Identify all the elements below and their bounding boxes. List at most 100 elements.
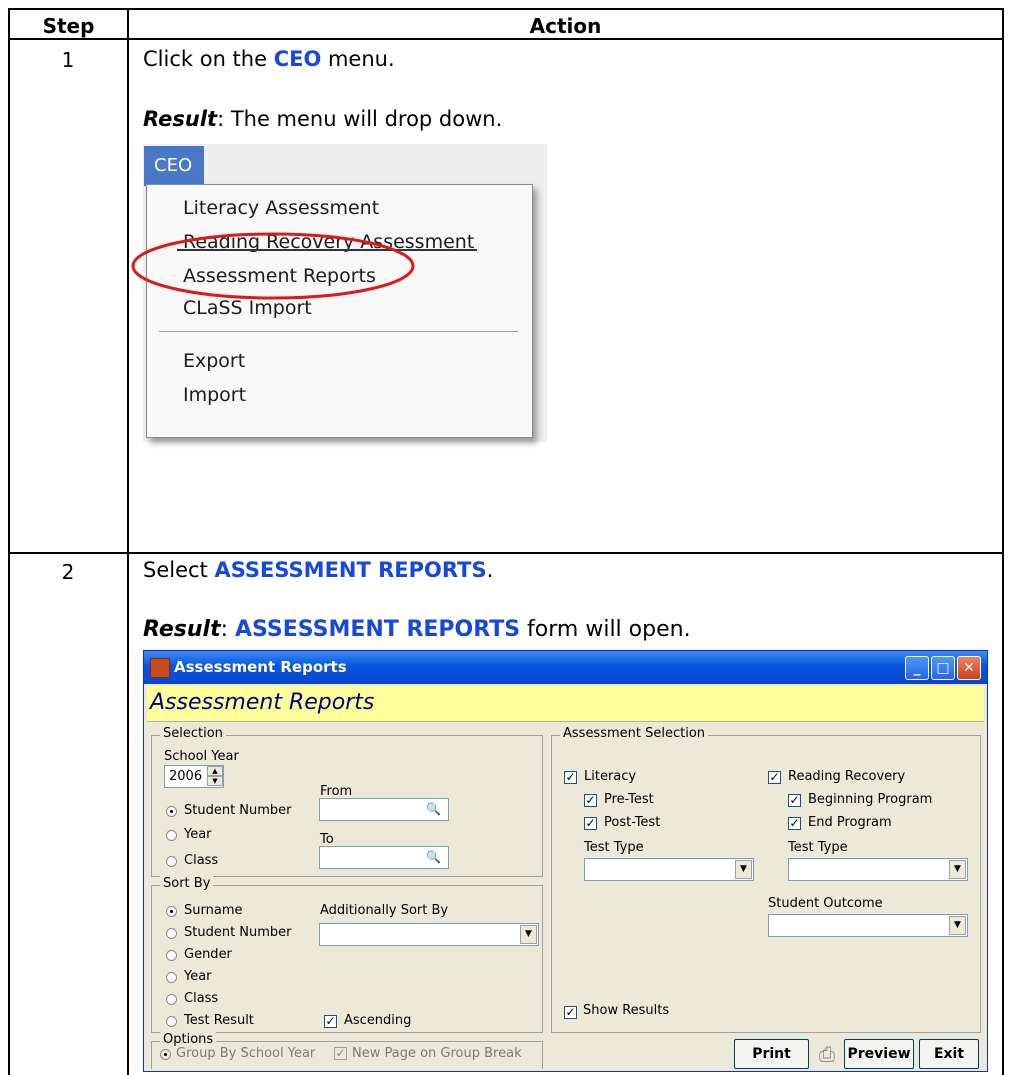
test-type-select-reading[interactable]: ▼ xyxy=(788,858,968,881)
ascending-label: Ascending xyxy=(344,1013,412,1028)
test-type-label: Test Type xyxy=(788,840,848,855)
instruction-text: Click on the CEO menu. xyxy=(143,47,395,71)
maximize-icon[interactable]: □ xyxy=(931,656,955,680)
table-right-border xyxy=(1002,8,1004,1075)
chevron-down-icon[interactable]: ▼ xyxy=(520,925,537,944)
menu-item-export[interactable]: Export xyxy=(183,350,245,372)
dialog-titlebar[interactable]: Assessment Reports _ □ ✕ xyxy=(144,651,987,684)
radio-label: Surname xyxy=(184,903,243,918)
end-program-checkbox[interactable]: ✓ xyxy=(788,817,801,830)
show-results-checkbox[interactable]: ✓ xyxy=(564,1006,577,1019)
radio-group-school-year[interactable] xyxy=(160,1049,171,1060)
selection-legend: Selection xyxy=(160,726,226,741)
school-year-spinner[interactable]: 2006 ▲ ▼ xyxy=(164,765,224,788)
school-year-value: 2006 xyxy=(169,769,203,784)
student-outcome-select[interactable]: ▼ xyxy=(768,914,968,937)
close-icon[interactable]: ✕ xyxy=(957,656,981,680)
menu-screenshot: CEO Literacy Assessment Reading Recovery… xyxy=(131,144,547,442)
result-text: Result: The menu will drop down. xyxy=(143,107,503,131)
show-results-label: Show Results xyxy=(583,1003,670,1018)
printer-icon[interactable]: ⎙ xyxy=(812,1039,842,1069)
radio-class-sort[interactable] xyxy=(166,994,177,1005)
ceo-menu-tab[interactable]: CEO xyxy=(144,146,204,186)
post-test-checkbox[interactable]: ✓ xyxy=(584,817,597,830)
binoculars-icon[interactable]: 🔍 xyxy=(426,803,442,815)
menu-separator xyxy=(159,331,518,332)
preview-button[interactable]: Preview xyxy=(844,1039,914,1069)
row-divider xyxy=(8,552,1004,554)
literacy-label: Literacy xyxy=(584,769,637,784)
school-year-label: School Year xyxy=(164,749,239,764)
table-top-border xyxy=(8,8,1004,10)
options-legend: Options xyxy=(160,1032,217,1047)
radio-gender[interactable] xyxy=(166,950,177,961)
new-page-label: New Page on Group Break xyxy=(352,1046,522,1061)
exit-button[interactable]: Exit xyxy=(919,1039,979,1069)
pre-test-checkbox[interactable]: ✓ xyxy=(584,794,597,807)
to-field[interactable]: 🔍 xyxy=(319,846,449,869)
ascending-checkbox[interactable]: ✓ xyxy=(324,1015,337,1028)
pre-test-label: Pre-Test xyxy=(604,792,654,807)
from-label: From xyxy=(320,784,353,799)
radio-year[interactable] xyxy=(166,830,177,841)
sort-by-group: Sort By Surname Student Number Gender Ye… xyxy=(151,876,543,1033)
additionally-sort-label: Additionally Sort By xyxy=(320,903,449,918)
radio-year-sort[interactable] xyxy=(166,972,177,983)
selection-group: Selection School Year 2006 ▲ ▼ Student N… xyxy=(151,726,543,877)
assessment-legend: Assessment Selection xyxy=(560,726,709,741)
result-text: Result: ASSESSMENT REPORTS form will ope… xyxy=(143,617,691,642)
end-program-label: End Program xyxy=(808,815,892,830)
menu-item-import[interactable]: Import xyxy=(183,384,246,406)
radio-label: Year xyxy=(184,827,212,842)
assessment-selection-group: Assessment Selection ✓ Literacy ✓ Pre-Te… xyxy=(551,726,981,1033)
radio-student-number[interactable] xyxy=(166,806,177,817)
additionally-sort-select[interactable]: ▼ xyxy=(319,923,539,946)
radio-student-number-sort[interactable] xyxy=(166,928,177,939)
radio-label: Year xyxy=(184,969,212,984)
instruction-text: Select ASSESSMENT REPORTS. xyxy=(143,558,494,582)
binoculars-icon[interactable]: 🔍 xyxy=(426,851,442,863)
beginning-program-label: Beginning Program xyxy=(808,792,933,807)
to-label: To xyxy=(320,832,334,847)
sort-by-legend: Sort By xyxy=(160,876,214,891)
menu-item-literacy-assessment[interactable]: Literacy Assessment xyxy=(183,197,379,219)
form-banner: Assessment Reports xyxy=(147,686,984,722)
post-test-label: Post-Test xyxy=(604,815,661,830)
literacy-checkbox[interactable]: ✓ xyxy=(564,771,577,784)
reading-recovery-label: Reading Recovery xyxy=(788,769,906,784)
assessment-reports-dialog: Assessment Reports _ □ ✕ Assessment Repo… xyxy=(143,650,988,1072)
chevron-down-icon[interactable]: ▼ xyxy=(949,916,966,935)
minimize-icon[interactable]: _ xyxy=(905,656,929,680)
header-action: Action xyxy=(529,14,602,38)
radio-label: Student Number xyxy=(184,803,292,818)
banner-title: Assessment Reports xyxy=(150,690,375,715)
step-number: 1 xyxy=(61,48,75,72)
table-left-border xyxy=(8,8,10,1075)
header-step: Step xyxy=(42,14,95,38)
new-page-checkbox[interactable]: ✓ xyxy=(334,1047,347,1060)
radio-class[interactable] xyxy=(166,856,177,867)
spin-up-icon[interactable]: ▲ xyxy=(207,766,223,776)
column-divider xyxy=(127,8,129,1075)
test-type-select-literacy[interactable]: ▼ xyxy=(584,858,754,881)
chevron-down-icon[interactable]: ▼ xyxy=(949,860,966,879)
test-type-label: Test Type xyxy=(584,840,644,855)
student-outcome-label: Student Outcome xyxy=(768,896,883,911)
reading-recovery-checkbox[interactable]: ✓ xyxy=(768,771,781,784)
beginning-program-checkbox[interactable]: ✓ xyxy=(788,794,801,807)
app-icon xyxy=(150,658,170,678)
header-divider xyxy=(8,38,1004,40)
spin-down-icon[interactable]: ▼ xyxy=(207,776,223,786)
radio-label: Class xyxy=(184,991,219,1006)
highlight-ellipse xyxy=(131,232,415,300)
radio-test-result[interactable] xyxy=(166,1016,177,1027)
chevron-down-icon[interactable]: ▼ xyxy=(735,860,752,879)
from-field[interactable]: 🔍 xyxy=(319,798,449,821)
radio-label: Student Number xyxy=(184,925,292,940)
print-button[interactable]: Print xyxy=(734,1039,809,1069)
ceo-menu-dropdown: Literacy Assessment Reading Recovery Ass… xyxy=(146,184,533,438)
radio-surname[interactable] xyxy=(166,906,177,917)
radio-label: Gender xyxy=(184,947,232,962)
dialog-title: Assessment Reports xyxy=(174,658,347,676)
radio-label: Test Result xyxy=(184,1013,254,1028)
